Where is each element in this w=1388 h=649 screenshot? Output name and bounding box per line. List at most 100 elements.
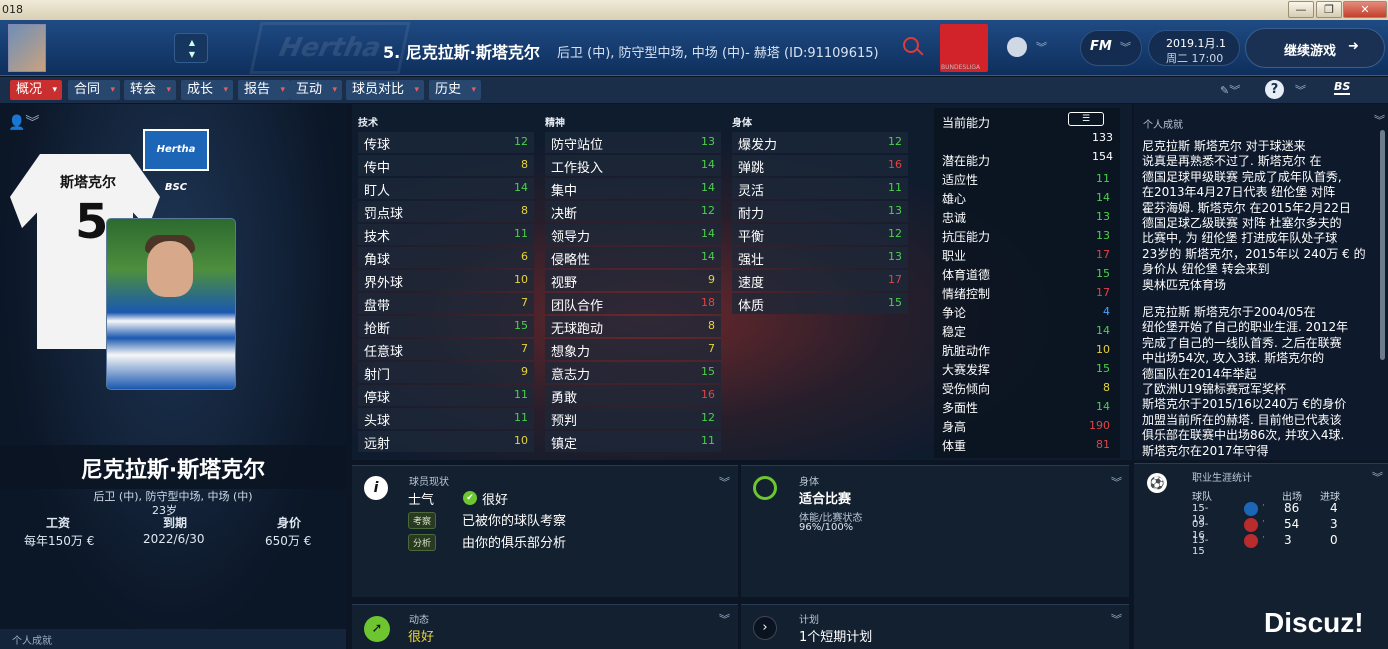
chevron-down-icon[interactable]: ︾ — [1111, 474, 1122, 490]
player-nav-stepper[interactable]: ▲ ▼ — [174, 33, 208, 63]
chevron-down-icon[interactable]: ︾ — [1120, 39, 1131, 55]
mental-attribute-row[interactable]: 预判 12 — [545, 408, 721, 429]
edit-icon[interactable]: ✎︾ — [1220, 82, 1240, 98]
attribute-value: 14 — [514, 181, 528, 194]
physical-attribute-row[interactable]: 体质 15 — [732, 293, 908, 314]
close-button[interactable]: ✕ — [1343, 1, 1387, 18]
personality-attribute-row[interactable]: 身高 190 — [936, 417, 1116, 436]
physical-attribute-row[interactable]: 强壮 13 — [732, 247, 908, 268]
bs-toggle[interactable]: BS — [1334, 80, 1351, 95]
mental-attribute-row[interactable]: 工作投入 14 — [545, 155, 721, 176]
form-value: 很好 — [408, 630, 435, 645]
technical-attribute-row[interactable]: 技术 11 — [358, 224, 534, 245]
bio-scrollbar[interactable] — [1380, 130, 1385, 360]
technical-attribute-row[interactable]: 传中 8 — [358, 155, 534, 176]
technical-attribute-row[interactable]: 抢断 15 — [358, 316, 534, 337]
chevron-down-icon[interactable]: ︾ — [1111, 611, 1122, 627]
attribute-value: 4 — [1103, 305, 1110, 318]
physical-attribute-row[interactable]: 平衡 12 — [732, 224, 908, 245]
tab-compare[interactable]: 球员对比 — [346, 80, 425, 100]
chevron-down-icon[interactable]: ︾ — [719, 474, 730, 490]
tab-transfer[interactable]: 转会 — [124, 80, 177, 100]
technical-attribute-row[interactable]: 界外球 10 — [358, 270, 534, 291]
chevron-down-icon[interactable]: ︾ — [1295, 82, 1306, 98]
tab-development[interactable]: 成长 — [181, 80, 234, 100]
mental-attribute-row[interactable]: 团队合作 18 — [545, 293, 721, 314]
list-icon[interactable]: ☰ — [1068, 112, 1104, 126]
physical-attribute-row[interactable]: 爆发力 12 — [732, 132, 908, 153]
personality-attribute-row[interactable]: 肮脏动作 10 — [936, 341, 1116, 360]
attribute-label: 稳定 — [942, 325, 967, 339]
mental-attribute-row[interactable]: 集中 14 — [545, 178, 721, 199]
personality-attribute-row[interactable]: 适应性 11 — [936, 170, 1116, 189]
chevron-down-icon[interactable]: ︾ — [719, 611, 730, 627]
mental-attribute-row[interactable]: 决断 12 — [545, 201, 721, 222]
personality-attribute-row[interactable]: 争论 4 — [936, 303, 1116, 322]
technical-attribute-row[interactable]: 头球 11 — [358, 408, 534, 429]
mental-attribute-row[interactable]: 侵略性 14 — [545, 247, 721, 268]
personality-attribute-row[interactable]: 忠诚 13 — [936, 208, 1116, 227]
mental-attribute-row[interactable]: 防守站位 13 — [545, 132, 721, 153]
window-title: 018 — [2, 3, 23, 16]
personality-attribute-row[interactable]: 职业 17 — [936, 246, 1116, 265]
tab-interaction[interactable]: 互动 — [290, 80, 343, 100]
technical-attribute-row[interactable]: 传球 12 — [358, 132, 534, 153]
personality-attribute-row[interactable]: 受伤倾向 8 — [936, 379, 1116, 398]
tab-history[interactable]: 历史 — [429, 80, 482, 100]
technical-attribute-row[interactable]: 盯人 14 — [358, 178, 534, 199]
minimize-button[interactable]: — — [1288, 1, 1314, 18]
help-icon[interactable]: ? — [1265, 80, 1284, 99]
search-icon[interactable] — [903, 37, 919, 53]
technical-attribute-row[interactable]: 盘带 7 — [358, 293, 534, 314]
physical-attribute-row[interactable]: 弹跳 16 — [732, 155, 908, 176]
physical-attribute-row[interactable]: 灵活 11 — [732, 178, 908, 199]
mental-attribute-row[interactable]: 勇敢 16 — [545, 385, 721, 406]
chevron-down-icon[interactable]: ︾ — [1374, 112, 1385, 128]
personality-attribute-row[interactable]: 雄心 14 — [936, 189, 1116, 208]
technical-attribute-row[interactable]: 射门 9 — [358, 362, 534, 383]
achievements-bar[interactable]: 个人成就 — [0, 629, 346, 649]
technical-attribute-row[interactable]: 角球 6 — [358, 247, 534, 268]
club-dropdown-icon[interactable]: · — [1262, 533, 1265, 543]
technical-attribute-row[interactable]: 远射 10 — [358, 431, 534, 452]
personality-attribute-row[interactable]: 稳定 14 — [936, 322, 1116, 341]
technical-attribute-row[interactable]: 任意球 7 — [358, 339, 534, 360]
mental-attribute-row[interactable]: 无球跑动 8 — [545, 316, 721, 337]
club-crest-icon[interactable] — [1244, 518, 1258, 532]
club-dropdown-icon[interactable]: · — [1262, 501, 1265, 511]
physical-attribute-row[interactable]: 耐力 13 — [732, 201, 908, 222]
club-crest-icon[interactable] — [1244, 502, 1258, 516]
personality-attribute-row[interactable]: 体育道德 15 — [936, 265, 1116, 284]
chevron-down-icon[interactable]: ︾ — [1036, 39, 1047, 55]
technical-attribute-row[interactable]: 停球 11 — [358, 385, 534, 406]
mental-attribute-row[interactable]: 镇定 11 — [545, 431, 721, 452]
attribute-value: 18 — [701, 296, 715, 309]
club-dropdown-icon[interactable]: · — [1262, 517, 1265, 527]
player-thumbnail[interactable] — [8, 24, 46, 72]
mental-attribute-row[interactable]: 领导力 14 — [545, 224, 721, 245]
down-arrow-icon[interactable]: ▼ — [175, 50, 209, 59]
personality-attribute-row[interactable]: 情绪控制 17 — [936, 284, 1116, 303]
mental-attribute-row[interactable]: 意志力 15 — [545, 362, 721, 383]
personality-attribute-row[interactable]: 抗压能力 13 — [936, 227, 1116, 246]
tab-reports[interactable]: 报告 — [238, 80, 291, 100]
mental-attribute-row[interactable]: 视野 9 — [545, 270, 721, 291]
up-arrow-icon[interactable]: ▲ — [175, 38, 209, 47]
physical-attribute-row[interactable]: 速度 17 — [732, 270, 908, 291]
tab-contract[interactable]: 合同 — [68, 80, 121, 100]
continue-button[interactable]: 继续游戏 ➜ — [1245, 28, 1385, 68]
user-icon[interactable]: 👤︾ — [8, 112, 39, 132]
personality-attribute-row[interactable]: 大赛发挥 15 — [936, 360, 1116, 379]
technical-attribute-row[interactable]: 罚点球 8 — [358, 201, 534, 222]
attribute-label: 盘带 — [364, 299, 391, 314]
career-apps: 3 — [1284, 533, 1292, 547]
chevron-down-icon[interactable]: ︾ — [1372, 469, 1383, 485]
personality-attribute-row[interactable]: 体重 81 — [936, 436, 1116, 455]
mental-attribute-row[interactable]: 想象力 7 — [545, 339, 721, 360]
personality-attribute-row[interactable]: 多面性 14 — [936, 398, 1116, 417]
globe-icon[interactable] — [1007, 37, 1027, 57]
bio-line: 说真是再熟悉不过了. 斯塔克尔 在 — [1142, 154, 1322, 169]
tab-overview[interactable]: 概况 — [10, 80, 63, 100]
club-crest-icon[interactable] — [1244, 534, 1258, 548]
maximize-button[interactable]: ❐ — [1316, 1, 1342, 18]
